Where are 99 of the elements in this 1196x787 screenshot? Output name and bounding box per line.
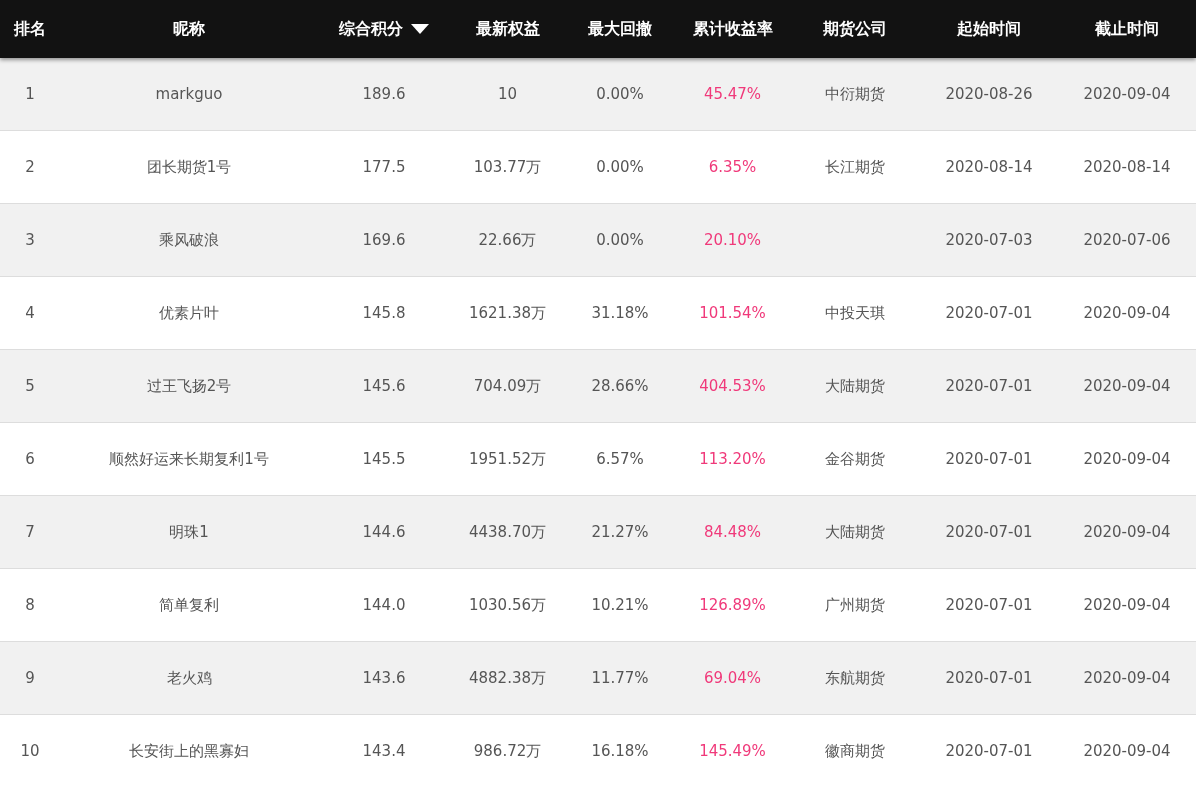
- table-cell: 1621.38万: [469, 303, 546, 323]
- column-header[interactable]: 累计收益率: [692, 18, 773, 40]
- table-cell: 2020-07-01: [945, 523, 1033, 541]
- table-cell: 6.35%: [708, 158, 757, 176]
- table-cell: 84.48%: [703, 523, 762, 541]
- table-cell: 143.6: [362, 669, 406, 687]
- table-cell: 10: [20, 742, 40, 760]
- table-cell: 大陆期货: [825, 522, 885, 542]
- table-cell: 10.21%: [591, 596, 649, 614]
- table-cell: 7: [25, 523, 35, 541]
- table-cell: 177.5: [362, 158, 406, 176]
- table-cell: 长江期货: [825, 157, 885, 177]
- table-cell: 优素片叶: [159, 303, 219, 323]
- table-cell: 113.20%: [699, 450, 766, 468]
- table-cell: 2020-09-04: [1083, 304, 1171, 322]
- table-cell: 2020-07-06: [1083, 231, 1171, 249]
- table-cell: 大陆期货: [825, 376, 885, 396]
- table-cell: 1951.52万: [469, 449, 546, 469]
- table-cell: 8: [25, 596, 35, 614]
- table-cell: 乘风破浪: [159, 230, 219, 250]
- table-cell: 1: [25, 85, 35, 103]
- table-cell: 2020-07-01: [945, 304, 1033, 322]
- table-cell: 4438.70万: [469, 522, 546, 542]
- table-cell: 广州期货: [825, 595, 885, 615]
- sort-descending-icon: [411, 23, 429, 35]
- table-cell: 4882.38万: [469, 668, 546, 688]
- table-cell: 5: [25, 377, 35, 395]
- table-cell: 0.00%: [596, 231, 644, 249]
- table-cell: 过王飞扬2号: [146, 376, 232, 396]
- table-cell: 2020-08-14: [945, 158, 1033, 176]
- table-cell: 69.04%: [703, 669, 762, 687]
- table-cell: 45.47%: [703, 85, 762, 103]
- table-cell: 169.6: [362, 231, 406, 249]
- table-cell: 中投天琪: [825, 303, 885, 323]
- table-cell: 101.54%: [699, 304, 766, 322]
- table-cell: 2020-09-04: [1083, 742, 1171, 760]
- table-cell: 126.89%: [699, 596, 766, 614]
- table-cell: 145.6: [362, 377, 406, 395]
- table-cell: 2020-07-01: [945, 450, 1033, 468]
- table-cell: 2020-09-04: [1083, 669, 1171, 687]
- table-cell: 团长期货1号: [146, 157, 232, 177]
- table-cell: 2020-09-04: [1083, 85, 1171, 103]
- table-cell: 986.72万: [473, 741, 542, 761]
- column-header[interactable]: 排名: [14, 18, 46, 40]
- table-cell: 4: [25, 304, 35, 322]
- table-cell: 2020-09-04: [1083, 523, 1171, 541]
- table-cell: 东航期货: [825, 668, 885, 688]
- table-cell: 0.00%: [596, 158, 644, 176]
- table-cell: 145.49%: [699, 742, 766, 760]
- table-cell: 145.5: [362, 450, 406, 468]
- table-cell: 16.18%: [591, 742, 649, 760]
- table-cell: 2020-07-03: [945, 231, 1033, 249]
- table-cell: markguo: [155, 85, 223, 103]
- table-cell: 21.27%: [591, 523, 649, 541]
- table-cell: 144.6: [362, 523, 406, 541]
- table-cell: 简单复利: [159, 595, 219, 615]
- table-cell: 2020-09-04: [1083, 377, 1171, 395]
- table-cell: 31.18%: [591, 304, 649, 322]
- column-header[interactable]: 综合积分: [339, 18, 429, 40]
- table-cell: 6.57%: [596, 450, 644, 468]
- table-cell: 1030.56万: [469, 595, 546, 615]
- table-cell: 3: [25, 231, 35, 249]
- table-cell: 顺然好运来长期复利1号: [109, 449, 269, 469]
- table-cell: 28.66%: [591, 377, 649, 395]
- column-header[interactable]: 起始时间: [957, 18, 1021, 40]
- column-header[interactable]: 最大回撤: [588, 18, 652, 40]
- table-cell: 2020-07-01: [945, 377, 1033, 395]
- table-cell: 9: [25, 669, 35, 687]
- table-cell: 404.53%: [699, 377, 766, 395]
- table-cell: 长安街上的黑寡妇: [129, 741, 249, 761]
- table-cell: 6: [25, 450, 35, 468]
- table-cell: 0.00%: [596, 85, 644, 103]
- table-cell: 2020-08-14: [1083, 158, 1171, 176]
- column-header[interactable]: 最新权益: [475, 18, 540, 40]
- table-cell: 10: [497, 85, 518, 103]
- table-cell: 老火鸡: [166, 668, 212, 688]
- table-cell: 2020-07-01: [945, 596, 1033, 614]
- table-cell: 2020-07-01: [945, 669, 1033, 687]
- table-cell: 中衍期货: [825, 84, 885, 104]
- table-cell: 144.0: [362, 596, 406, 614]
- column-header[interactable]: 昵称: [173, 18, 205, 40]
- table-cell: 金谷期货: [825, 449, 885, 469]
- table-cell: 2020-09-04: [1083, 596, 1171, 614]
- table-cell: 2020-07-01: [945, 742, 1033, 760]
- table-cell: 11.77%: [591, 669, 649, 687]
- table-cell: 2020-08-26: [945, 85, 1033, 103]
- table-cell: 143.4: [362, 742, 406, 760]
- table-cell: 徽商期货: [825, 741, 885, 761]
- table-cell: 明珠1: [169, 522, 209, 542]
- table-cell: 2020-09-04: [1083, 450, 1171, 468]
- table-cell: 2: [25, 158, 35, 176]
- table-cell: 20.10%: [703, 231, 762, 249]
- table-cell: 103.77万: [473, 157, 542, 177]
- table-cell: 189.6: [362, 85, 406, 103]
- table-cell: 22.66万: [478, 230, 537, 250]
- table-cell: 704.09万: [473, 376, 542, 396]
- column-header[interactable]: 期货公司: [823, 18, 887, 40]
- table-cell: 145.8: [362, 304, 406, 322]
- column-header[interactable]: 截止时间: [1095, 18, 1159, 40]
